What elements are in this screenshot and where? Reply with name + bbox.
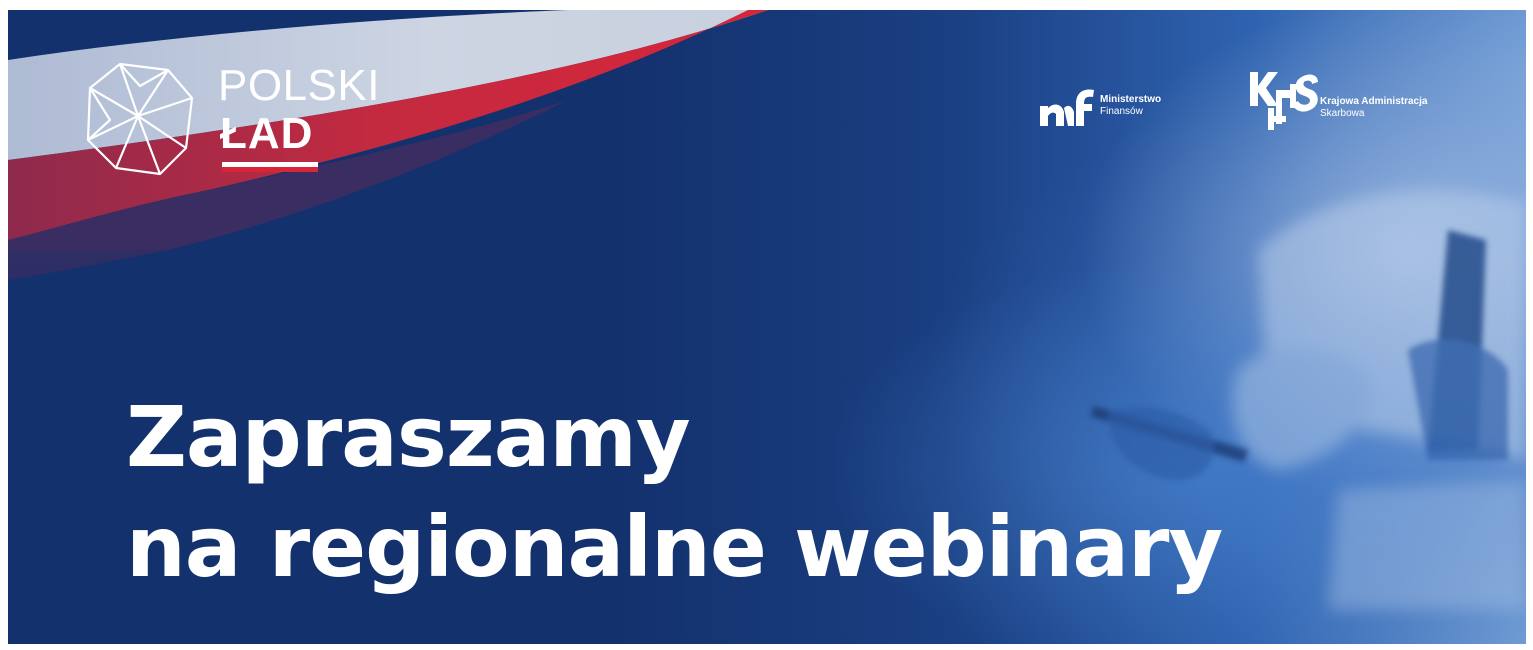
kas-logo: Krajowa Administracja Skarbowa	[1246, 68, 1506, 138]
mf-logo-icon	[1040, 89, 1094, 126]
kas-logo-icon	[1250, 72, 1318, 130]
ministry-of-finance-logo: Ministerstwo Finansów	[1038, 84, 1228, 134]
brand-lad: ŁAD	[220, 109, 314, 158]
kas-name: Krajowa Administracja Skarbowa	[1320, 96, 1427, 120]
headline-line1: Zapraszamy	[126, 388, 691, 486]
polski-lad-logo: POLSKI ŁAD	[80, 56, 420, 186]
headline: Zapraszamy na regionalne webinary	[126, 382, 1223, 602]
headline-line2: na regionalne webinary	[126, 498, 1223, 596]
mf-name: Ministerstwo Finansów	[1100, 94, 1161, 118]
mf-name-line1: Ministerstwo	[1100, 94, 1162, 105]
mf-name-line2: Finansów	[1100, 106, 1143, 117]
webinar-banner: POLSKI ŁAD Ministerstwo Finansów Krajowa…	[8, 10, 1526, 644]
poland-map-icon	[86, 62, 194, 176]
brand-flag-underline	[222, 162, 318, 172]
kas-name-line2: Skarbowa	[1320, 108, 1365, 119]
brand-polski: POLSKI	[218, 61, 380, 110]
kas-name-line1: Krajowa Administracja	[1320, 96, 1428, 107]
